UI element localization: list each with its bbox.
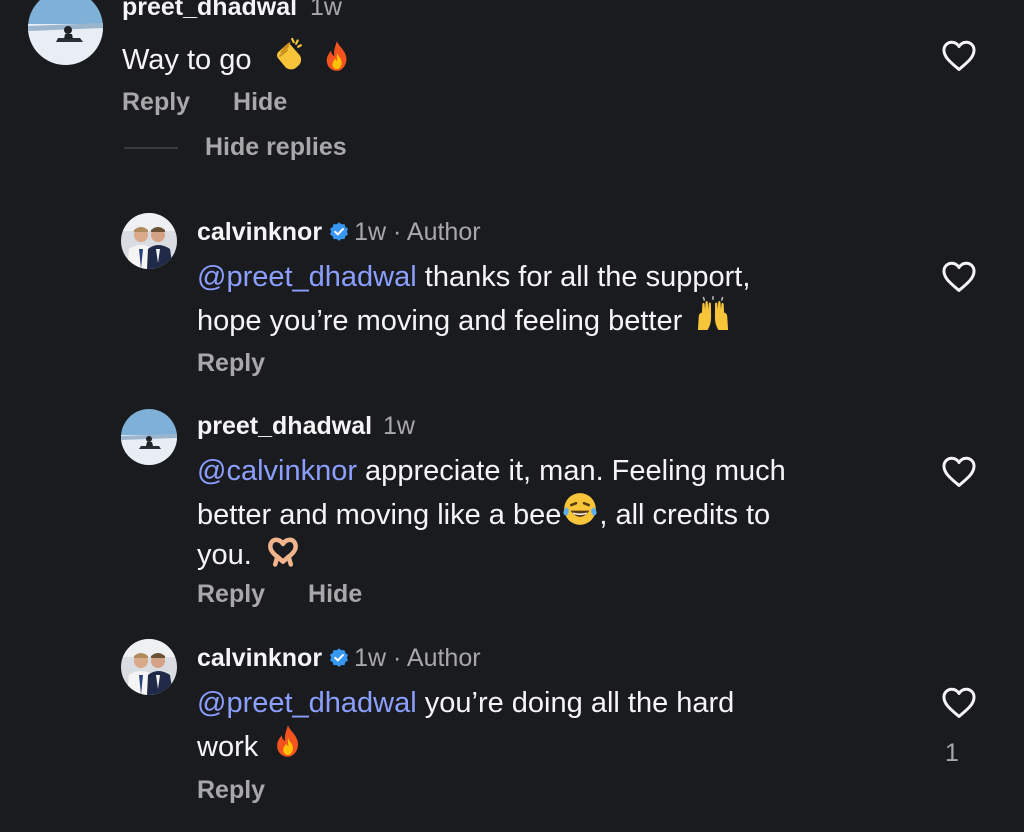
hide-replies-label: Hide replies bbox=[204, 133, 347, 161]
avatar-preet[interactable] bbox=[121, 409, 177, 465]
text-line: @preet_dhadwal you’re doing all the hard bbox=[197, 684, 734, 722]
timestamp: 1w bbox=[383, 412, 415, 440]
author-badge: Author bbox=[406, 644, 481, 672]
mention-link[interactable]: @preet_dhadwal bbox=[197, 687, 417, 719]
reply1-text: @preet_dhadwal thanks for all the suppor… bbox=[197, 258, 750, 340]
heart-icon[interactable] bbox=[940, 453, 978, 491]
reply2-text: @calvinknor appreciate it, man. Feeling … bbox=[197, 452, 786, 574]
text-line: you. bbox=[197, 534, 786, 574]
comments-thread: preet_dhadwal 1w Way to go Reply Hide Hi… bbox=[0, 0, 1024, 832]
hide-button[interactable]: Hide bbox=[308, 580, 362, 608]
top-comment-header: preet_dhadwal 1w bbox=[122, 0, 342, 23]
text-line: @calvinknor appreciate it, man. Feeling … bbox=[197, 452, 786, 490]
reply2-header: preet_dhadwal 1w bbox=[197, 410, 415, 442]
heart-icon[interactable] bbox=[940, 258, 978, 296]
comment-text: work bbox=[197, 731, 259, 763]
heart-hands-emoji bbox=[264, 534, 302, 568]
heart-icon[interactable] bbox=[940, 37, 978, 75]
reply3-actions: Reply bbox=[197, 774, 301, 806]
raising-hands-emoji bbox=[692, 296, 734, 334]
text-line: hope you’re moving and feeling better bbox=[197, 296, 750, 340]
avatar-preet-top[interactable] bbox=[28, 0, 103, 65]
top-comment-text: Way to go bbox=[122, 35, 354, 79]
comment-text: Way to go bbox=[122, 44, 252, 76]
verified-badge-icon bbox=[328, 647, 350, 669]
avatar-calvinknor[interactable] bbox=[121, 213, 177, 269]
reply3-header: calvinknor 1w · Author bbox=[197, 642, 481, 674]
snowmobile-photo-icon bbox=[121, 409, 177, 465]
username[interactable]: calvinknor bbox=[197, 644, 322, 672]
author-badge: Author bbox=[406, 218, 481, 246]
comment-text: , all credits to bbox=[599, 499, 771, 531]
clapping-hands-emoji bbox=[270, 35, 308, 73]
comment-text: you’re doing all the hard bbox=[416, 687, 735, 719]
timestamp: 1w bbox=[354, 644, 387, 672]
like-count: 1 bbox=[945, 739, 959, 767]
profile-photo-icon bbox=[121, 639, 177, 695]
reply1-actions: Reply bbox=[197, 347, 301, 379]
mention-link[interactable]: @calvinknor bbox=[197, 455, 357, 487]
timestamp: 1w bbox=[310, 0, 342, 21]
username[interactable]: preet_dhadwal bbox=[122, 0, 297, 21]
divider-line bbox=[124, 147, 178, 150]
comment-text: you. bbox=[197, 539, 252, 571]
hide-button[interactable]: Hide bbox=[233, 88, 287, 116]
reply2-actions: Reply Hide bbox=[197, 578, 398, 610]
fire-emoji bbox=[320, 39, 354, 73]
username[interactable]: calvinknor bbox=[197, 218, 322, 246]
text-line: better and moving like a bee , all credit… bbox=[197, 490, 786, 534]
top-comment-actions: Reply Hide bbox=[122, 86, 323, 118]
timestamp: 1w bbox=[354, 218, 387, 246]
reply-button[interactable]: Reply bbox=[197, 349, 265, 377]
text-line: @preet_dhadwal thanks for all the suppor… bbox=[197, 258, 750, 296]
reply3-text: @preet_dhadwal you’re doing all the hard… bbox=[197, 684, 734, 766]
separator-dot: · bbox=[392, 644, 402, 672]
profile-photo-icon bbox=[121, 213, 177, 269]
verified-badge-icon bbox=[328, 221, 350, 243]
reply1-header: calvinknor 1w · Author bbox=[197, 216, 481, 248]
fire-emoji bbox=[270, 722, 306, 760]
comment-text: hope you’re moving and feeling better bbox=[197, 305, 683, 337]
hide-replies-toggle[interactable]: Hide replies bbox=[124, 131, 347, 163]
comment-text: better and moving like a bee bbox=[197, 499, 562, 531]
separator-dot: · bbox=[392, 218, 402, 246]
comment-text: appreciate it, man. Feeling much bbox=[357, 455, 786, 487]
text-line: work bbox=[197, 722, 734, 766]
avatar-calvinknor[interactable] bbox=[121, 639, 177, 695]
tears-of-joy-emoji bbox=[561, 490, 599, 528]
username[interactable]: preet_dhadwal bbox=[197, 412, 372, 440]
reply-button[interactable]: Reply bbox=[197, 580, 265, 608]
snowmobile-photo-icon bbox=[28, 0, 103, 65]
comment-text: thanks for all the support, bbox=[416, 261, 751, 293]
reply-button[interactable]: Reply bbox=[122, 88, 190, 116]
reply-button[interactable]: Reply bbox=[197, 776, 265, 804]
mention-link[interactable]: @preet_dhadwal bbox=[197, 261, 417, 293]
heart-icon[interactable] bbox=[940, 684, 978, 722]
